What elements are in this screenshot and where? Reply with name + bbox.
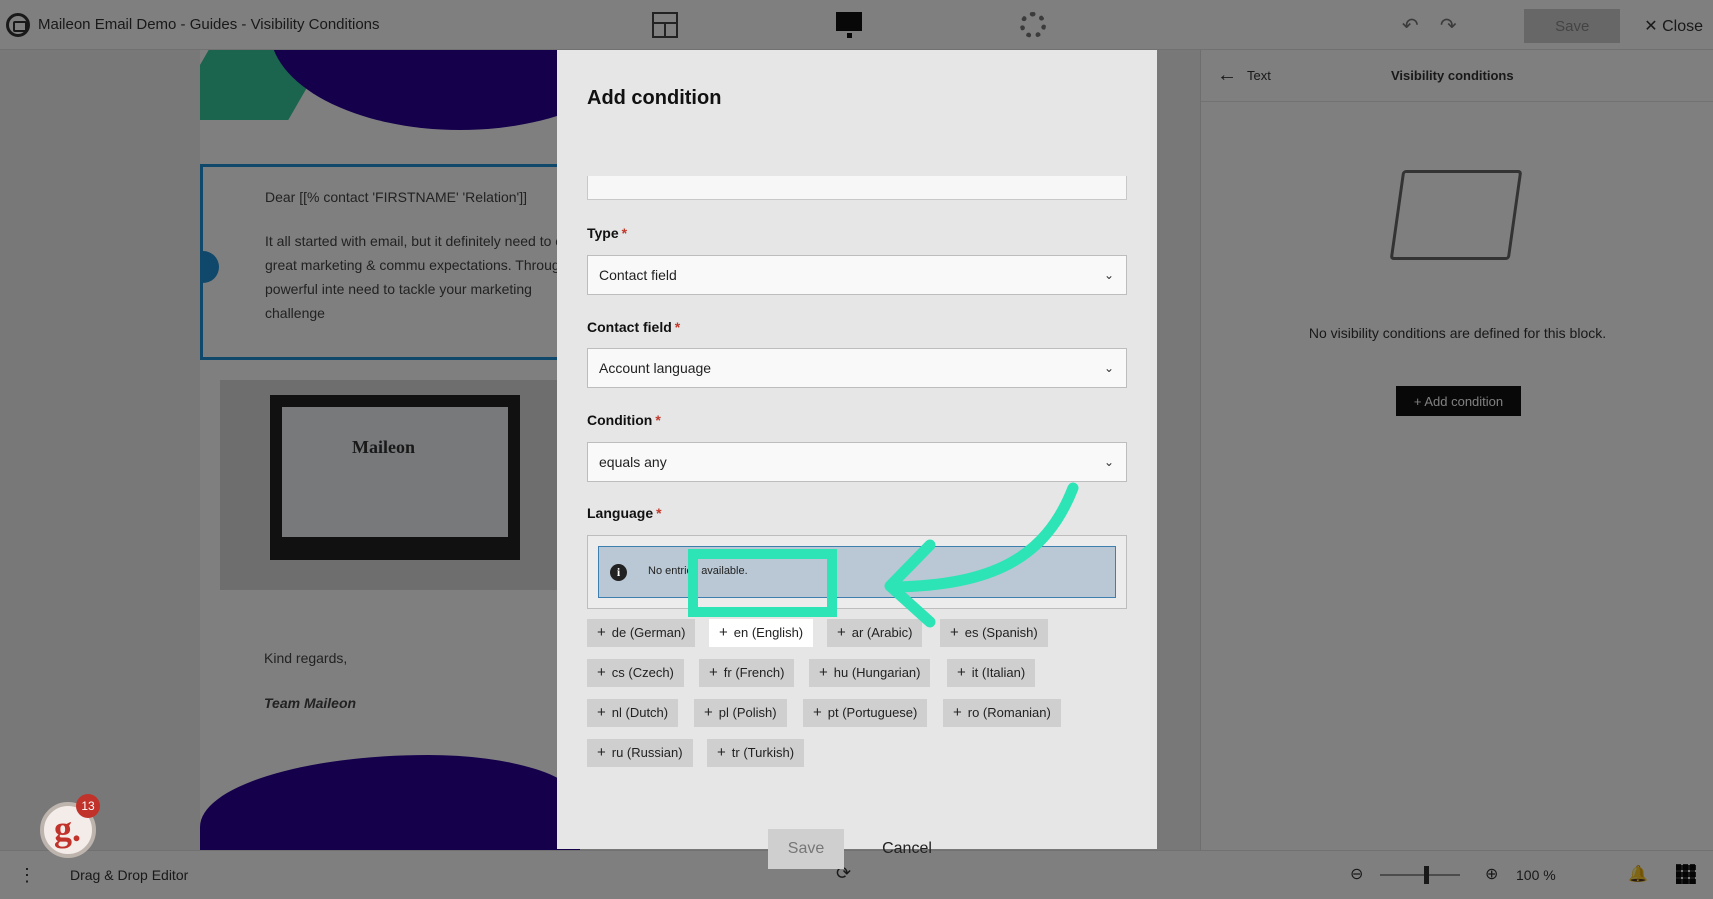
plus-icon: + xyxy=(837,624,846,641)
plus-icon: + xyxy=(819,664,828,681)
plus-icon: + xyxy=(813,704,822,721)
language-chip-nl[interactable]: + nl (Dutch) xyxy=(587,699,679,727)
contact-field-select[interactable]: Account language ⌄ xyxy=(587,348,1127,388)
guide-widget-icon[interactable]: g. 13 xyxy=(40,794,100,858)
language-chip-pt[interactable]: + pt (Portuguese) xyxy=(803,699,928,727)
plus-icon: + xyxy=(704,704,713,721)
language-chip-de[interactable]: + de (German) xyxy=(587,619,696,647)
plus-icon: + xyxy=(953,704,962,721)
plus-icon: + xyxy=(709,664,718,681)
cancel-button[interactable]: Cancel xyxy=(857,829,957,869)
save-button[interactable]: Save xyxy=(768,829,844,869)
language-chip-en[interactable]: + en (English) xyxy=(709,619,814,647)
language-chip-fr[interactable]: + fr (French) xyxy=(699,659,795,687)
no-entries-notice: i No entries available. xyxy=(598,546,1116,598)
chevron-down-icon: ⌄ xyxy=(1103,268,1114,282)
language-chip-ro[interactable]: + ro (Romanian) xyxy=(943,699,1061,727)
info-icon: i xyxy=(610,564,627,581)
plus-icon: + xyxy=(597,744,606,761)
add-condition-dialog: Add condition Type * Contact field ⌄ Conta… xyxy=(557,50,1157,869)
type-select[interactable]: Contact field ⌄ xyxy=(587,255,1127,295)
language-chip-ru[interactable]: + ru (Russian) xyxy=(587,739,693,767)
language-chip-it[interactable]: + it (Italian) xyxy=(947,659,1036,687)
chevron-down-icon: ⌄ xyxy=(1103,455,1114,469)
type-label: Type * xyxy=(587,225,628,241)
language-chip-es[interactable]: + es (Spanish) xyxy=(940,619,1048,647)
condition-label: Condition * xyxy=(587,412,661,428)
language-chip-pl[interactable]: + pl (Polish) xyxy=(694,699,787,727)
plus-icon: + xyxy=(719,624,728,641)
plus-icon: + xyxy=(950,624,959,641)
scrolled-field[interactable] xyxy=(587,176,1127,200)
condition-select[interactable]: equals any ⌄ xyxy=(587,442,1127,482)
dialog-title: Add condition xyxy=(587,87,722,109)
plus-icon: + xyxy=(717,744,726,761)
contact-field-label: Contact field * xyxy=(587,319,681,335)
plus-icon: + xyxy=(597,624,606,641)
plus-icon: + xyxy=(597,704,606,721)
language-label: Language * xyxy=(587,505,662,521)
language-chip-ar[interactable]: + ar (Arabic) xyxy=(827,619,923,647)
plus-icon: + xyxy=(957,664,966,681)
tutorial-highlight-box xyxy=(688,549,837,617)
language-chip-tr[interactable]: + tr (Turkish) xyxy=(707,739,805,767)
language-chip-hu[interactable]: + hu (Hungarian) xyxy=(809,659,931,687)
plus-icon: + xyxy=(597,664,606,681)
chevron-down-icon: ⌄ xyxy=(1103,361,1114,375)
language-selection-box[interactable]: i No entries available. xyxy=(587,535,1127,609)
language-chip-cs[interactable]: + cs (Czech) xyxy=(587,659,684,687)
notification-count-badge: 13 xyxy=(76,794,100,818)
